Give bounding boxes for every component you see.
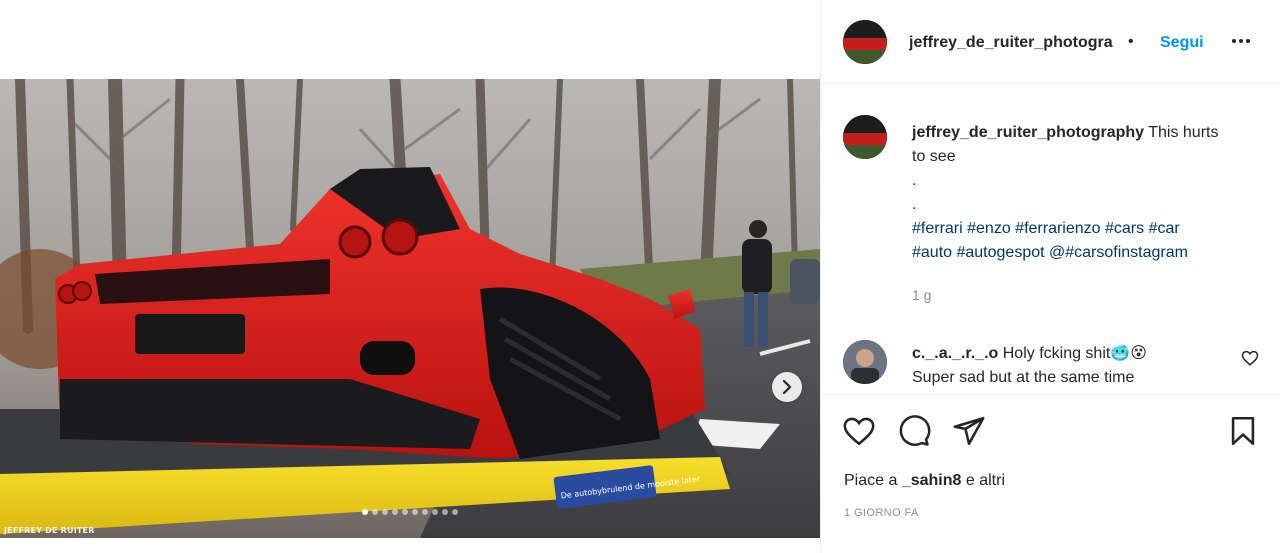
carousel-dot xyxy=(372,509,378,515)
more-options-icon[interactable] xyxy=(1226,28,1256,54)
profile-picture-icon xyxy=(843,20,887,64)
license-plate xyxy=(135,314,245,354)
comments-section: jeffrey_de_ruiter_photography This hurts… xyxy=(821,85,1280,395)
carousel-dot xyxy=(402,509,408,515)
more-dot xyxy=(1246,39,1250,43)
commenter-avatar[interactable] xyxy=(843,340,887,384)
comment-item: c._.a._.r._.o Holy fcking shit🥶😵 Super s… xyxy=(912,342,1232,390)
comment-username[interactable]: c._.a._.r._.o xyxy=(912,345,998,362)
carousel-dot xyxy=(382,509,388,515)
post-author-username[interactable]: jeffrey_de_ruiter_photogra xyxy=(909,34,1127,52)
likes-suffix[interactable]: e altri xyxy=(966,472,1005,489)
more-dot xyxy=(1239,39,1243,43)
post-actions-bar xyxy=(821,396,1280,456)
caption-text-line2: to see xyxy=(912,148,956,165)
post-side-panel: jeffrey_de_ruiter_photogra • Segui jeffr… xyxy=(820,0,1280,553)
caption-text-line1: This hurts xyxy=(1148,124,1219,141)
comment-text-line2: Super sad but at the same time xyxy=(912,369,1135,386)
save-bookmark-icon[interactable] xyxy=(1226,414,1260,448)
chevron-right-icon xyxy=(782,380,792,394)
more-dot xyxy=(1232,39,1236,43)
profile-picture-icon xyxy=(843,115,887,159)
avatar[interactable] xyxy=(843,20,887,64)
media-bottom-margin xyxy=(0,538,820,553)
carousel-dot xyxy=(432,509,438,515)
caption-hashtags-line1[interactable]: #ferrari #enzo #ferrarienzo #cars #car xyxy=(912,217,1267,241)
likes-summary: Piace a _sahin8 e altri xyxy=(844,472,1005,490)
like-heart-icon[interactable] xyxy=(842,414,876,448)
carousel-dot xyxy=(362,509,368,515)
likes-user-link[interactable]: _sahin8 xyxy=(902,472,962,489)
carousel-dot xyxy=(452,509,458,515)
post-photo[interactable]: De autobybrulend de mooiste later JEFFRE… xyxy=(0,79,820,538)
post-date[interactable]: 1 GIORNO FA xyxy=(844,507,919,519)
carousel-dot xyxy=(412,509,418,515)
caption-hashtags-line2[interactable]: #auto #autogespot @#carsofinstagram xyxy=(912,241,1267,265)
carousel-dot xyxy=(392,509,398,515)
header-separator-dot: • xyxy=(1128,33,1134,50)
carousel-dots xyxy=(0,509,820,515)
follow-button[interactable]: Segui xyxy=(1160,34,1204,52)
caption-username[interactable]: jeffrey_de_ruiter_photography xyxy=(912,124,1144,141)
caption-dot: . xyxy=(912,172,917,189)
share-paper-plane-icon[interactable] xyxy=(952,414,986,448)
post-media-area: De autobybrulend de mooiste later JEFFRE… xyxy=(0,0,820,553)
caption-timestamp[interactable]: 1 g xyxy=(912,287,931,303)
carousel-dot xyxy=(442,509,448,515)
caption-dot: . xyxy=(912,196,917,213)
comment-bubble-icon[interactable] xyxy=(897,414,931,448)
carousel-dot xyxy=(422,509,428,515)
post-header: jeffrey_de_ruiter_photogra • Segui xyxy=(821,0,1280,84)
likes-prefix: Piace a xyxy=(844,472,898,489)
comment-like-heart-icon[interactable] xyxy=(1241,349,1259,367)
commenter-picture-icon xyxy=(843,340,887,384)
caption-avatar[interactable] xyxy=(843,115,887,159)
next-slide-button[interactable] xyxy=(772,372,802,402)
comment-text-line1: Holy fcking shit🥶😵 xyxy=(1002,345,1147,362)
photo-watermark: JEFFREY DE RUITER xyxy=(4,526,95,535)
post-caption: jeffrey_de_ruiter_photography This hurts… xyxy=(912,121,1267,265)
crashed-ferrari-photo: De autobybrulend de mooiste later xyxy=(0,79,820,538)
